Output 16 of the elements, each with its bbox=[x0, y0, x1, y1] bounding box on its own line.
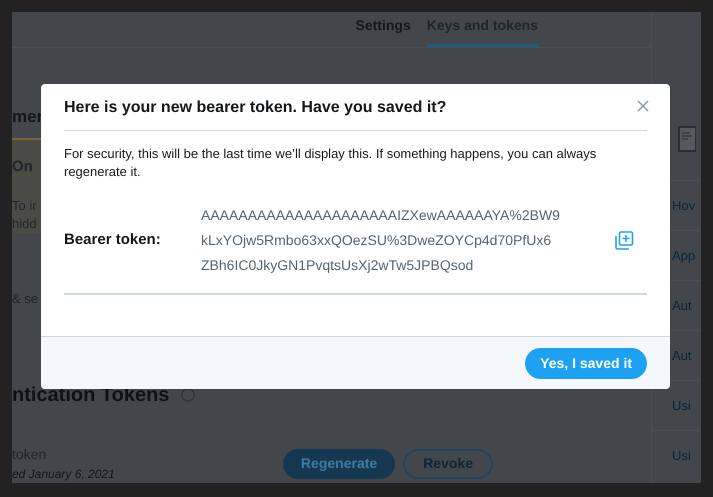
sidebar-link[interactable]: Usi bbox=[672, 446, 691, 466]
confirm-button[interactable]: Yes, I saved it bbox=[525, 348, 647, 378]
sidebar-link[interactable]: Usi bbox=[672, 396, 691, 416]
sidebar-link[interactable]: Hov bbox=[672, 196, 696, 216]
token-label: Bearer token: bbox=[64, 230, 162, 250]
copy-icon[interactable] bbox=[614, 230, 634, 250]
token-value: AAAAAAAAAAAAAAAAAAAAAIZXewAAAAAAYA%2BW9 kLxYOjw5Rmbo63xxQOezSU%3DweZOYCp4d70PfUx6 ZBh6IC0JkyGN1PvqtsUsXj2wTw5JPBQsod bbox=[201, 206, 561, 275]
revoke-button[interactable]: Revoke bbox=[403, 448, 493, 478]
sidebar-link[interactable]: App bbox=[672, 246, 696, 266]
sidebar-link[interactable]: Aut bbox=[672, 296, 692, 316]
sidebar-link[interactable]: Aut bbox=[672, 346, 692, 366]
dialog-message: For security, this will be the last time we’ll display this. If something happens, you can always regenerate it. bbox=[64, 145, 598, 181]
dialog-title: Here is your new bearer token. Have you saved it? bbox=[64, 98, 446, 118]
regenerate-button[interactable]: Regenerate bbox=[282, 448, 396, 478]
document-icon bbox=[678, 126, 696, 152]
close-icon[interactable] bbox=[637, 100, 649, 112]
